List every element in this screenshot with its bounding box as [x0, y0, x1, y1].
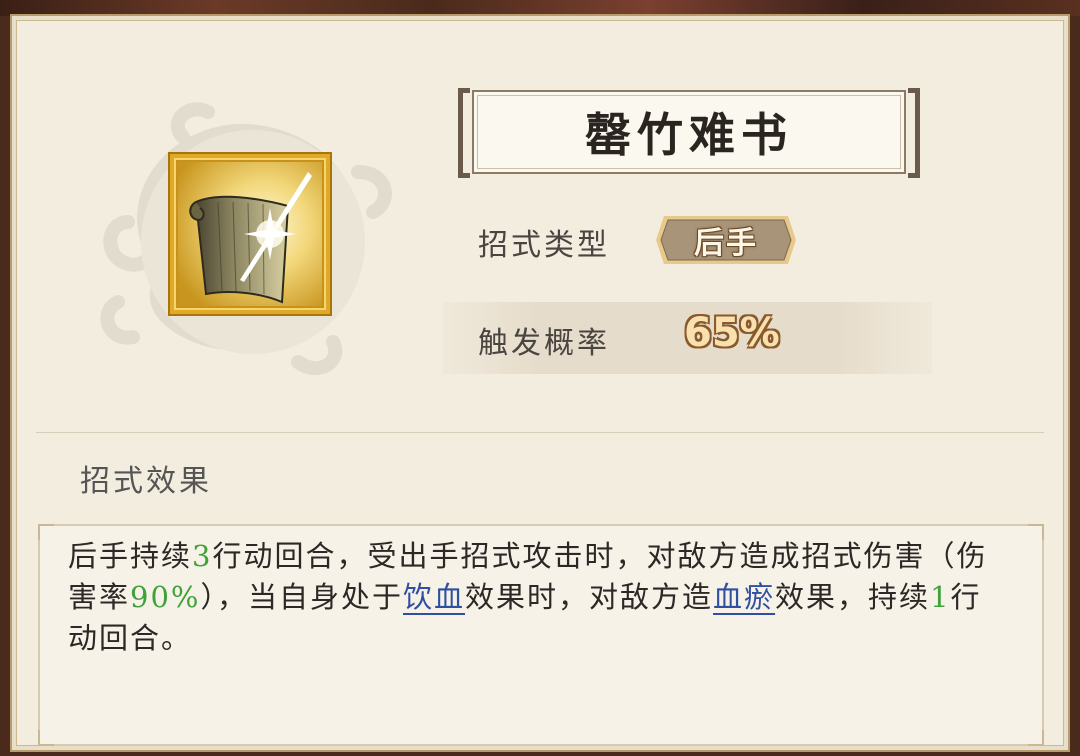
skill-icon-frame: [170, 154, 330, 314]
effect-section-label: 招式效果: [80, 464, 212, 499]
banner-scroll-slash-icon: [178, 162, 322, 306]
section-divider: [36, 432, 1044, 433]
skill-title-plaque: 罄竹难书: [458, 88, 920, 178]
effect-number: 90%: [130, 580, 201, 614]
effect-number: 1: [930, 580, 951, 614]
skill-type-label: 招式类型: [478, 228, 610, 263]
status-link-xueyu[interactable]: 血瘀: [713, 580, 775, 614]
effect-text: 后手持续: [68, 539, 193, 573]
title-bracket-left: [458, 88, 470, 178]
trigger-rate-label: 触发概率: [478, 326, 610, 361]
effect-text: 效果时，对敌方造: [465, 580, 714, 614]
effect-text: 效果，持续: [775, 580, 931, 614]
effect-description: 后手持续3行动回合，受出手招式攻击时，对敌方造成招式伤害（伤害率90%），当自身…: [68, 536, 1008, 659]
effect-text: ），当自身处于: [200, 580, 403, 614]
skill-title: 罄竹难书: [472, 90, 906, 174]
trigger-rate-value: 65%: [684, 310, 780, 356]
status-link-yinxue[interactable]: 饮血: [403, 580, 465, 614]
skill-type-value: 后手: [694, 226, 758, 261]
title-bracket-right: [908, 88, 920, 178]
skill-type-badge: 后手: [654, 214, 798, 266]
effect-number: 3: [192, 539, 213, 573]
